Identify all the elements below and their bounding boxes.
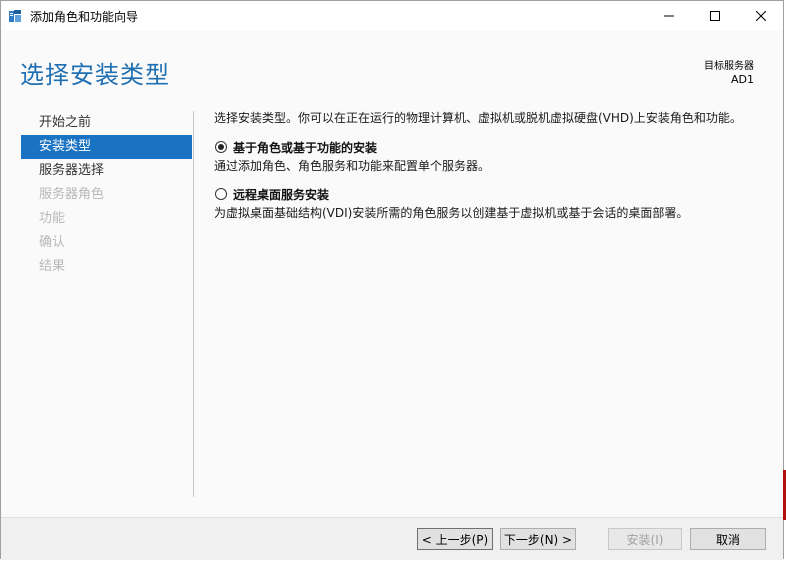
nav-item-features: 功能 [39, 211, 66, 226]
nav-item-before-you-begin[interactable]: 开始之前 [21, 111, 192, 135]
main-content: 选择安装类型。你可以在正在运行的物理计算机、虚拟机或脱机虚拟硬盘(VHD)上安装… [214, 110, 774, 220]
previous-button[interactable]: < 上一步(P) [417, 528, 493, 550]
wizard-nav: 开始之前 安装类型 服务器选择 服务器角色 功能 确认 结果 [21, 111, 192, 279]
nav-divider [193, 111, 194, 497]
minimize-icon [664, 15, 674, 17]
install-button: 安装(I) [608, 528, 682, 550]
nav-item-confirmation: 确认 [39, 235, 66, 250]
minimize-button[interactable] [646, 1, 692, 31]
option-role-based-desc: 通过添加角色、角色服务和功能来配置单个服务器。 [214, 159, 491, 173]
maximize-icon [710, 11, 720, 21]
intro-text: 选择安装类型。你可以在正在运行的物理计算机、虚拟机或脱机虚拟硬盘(VHD)上安装… [214, 111, 742, 125]
option-remote-desktop-desc: 为虚拟桌面基础结构(VDI)安装所需的角色服务以创建基于虚拟机或基于会话的桌面部… [214, 206, 689, 220]
server-manager-icon [8, 9, 22, 23]
radio-remote-desktop[interactable] [215, 188, 227, 200]
close-icon [756, 11, 766, 21]
target-server-label: 目标服务器 [704, 61, 754, 72]
wizard-window: 添加角色和功能向导 选择安装类型 目标服务器 AD1 开始之前 安装类型 服务器… [0, 0, 784, 560]
next-button[interactable]: 下一步(N) > [500, 528, 576, 550]
nav-item-server-roles: 服务器角色 [39, 187, 105, 202]
title-bar[interactable]: 添加角色和功能向导 [1, 1, 783, 31]
cancel-button[interactable]: 取消 [690, 528, 766, 550]
page-title: 选择安装类型 [20, 61, 170, 89]
radio-role-based[interactable] [215, 141, 227, 153]
footer-bar: < 上一步(P) 下一步(N) > 安装(I) 取消 [1, 518, 783, 560]
maximize-button[interactable] [692, 1, 738, 31]
nav-item-server-selection[interactable]: 服务器选择 [21, 159, 192, 183]
target-server-value: AD1 [731, 73, 754, 86]
option-remote-desktop-title[interactable]: 远程桌面服务安装 [233, 186, 329, 203]
window-title: 添加角色和功能向导 [30, 10, 139, 24]
target-server-info: 目标服务器 AD1 [704, 57, 754, 86]
close-button[interactable] [738, 1, 784, 31]
nav-item-installation-type[interactable]: 安装类型 [21, 135, 192, 159]
nav-item-results: 结果 [39, 259, 66, 274]
option-role-based-title[interactable]: 基于角色或基于功能的安装 [233, 139, 377, 156]
